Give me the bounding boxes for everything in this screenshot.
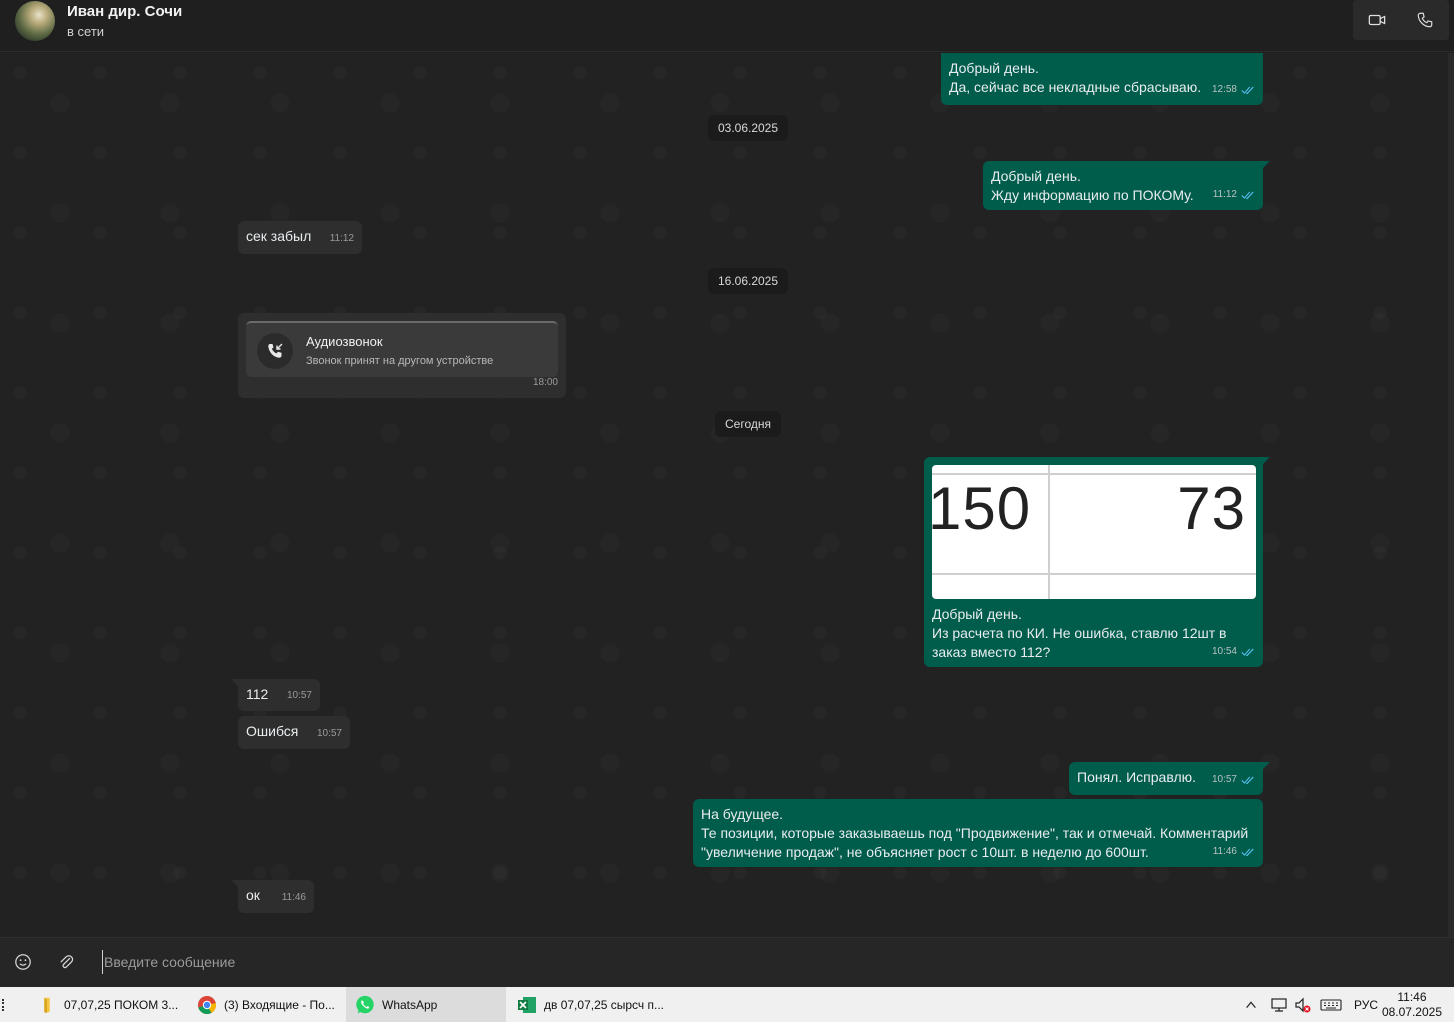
folder-icon <box>36 994 58 1016</box>
emoji-icon <box>15 954 31 970</box>
whatsapp-icon <box>354 994 376 1016</box>
message-meta: 11:12 <box>1213 185 1255 204</box>
taskbar-item-chrome[interactable]: (3) Входящие - По... <box>188 987 344 1022</box>
audio-call-card[interactable]: Аудиозвонок Звонок принят на другом устр… <box>246 321 558 377</box>
read-ticks-icon <box>1241 648 1254 656</box>
paperclip-icon <box>60 955 74 969</box>
call-buttons <box>1353 0 1449 40</box>
message-outgoing[interactable]: Добрый день. Жду информацию по ПОКОМу. 1… <box>983 161 1270 210</box>
message-time: 10:54 <box>1211 646 1237 657</box>
date-separator: 03.06.2025 <box>707 115 789 141</box>
image-cell-left: 150 <box>932 475 1032 542</box>
chrome-icon <box>196 994 218 1016</box>
message-outgoing[interactable]: Понял. Исправлю. 10:57 <box>1069 762 1270 795</box>
contact-name[interactable]: Иван дир. Сочи <box>67 3 182 20</box>
video-call-button[interactable] <box>1353 0 1401 40</box>
phone-icon <box>1417 12 1433 28</box>
message-incoming[interactable]: сек забыл 11:12 <box>238 221 362 254</box>
chat-scrollbar[interactable] <box>1448 53 1454 937</box>
message-outgoing[interactable]: Добрый день. Да, сейчас все некладные сб… <box>941 53 1263 105</box>
call-log-message[interactable]: Аудиозвонок Звонок принят на другом устр… <box>238 313 566 398</box>
windows-taskbar: 07,07,25 ПОКОМ 3... (3) Входящие - По...… <box>0 987 1454 1022</box>
message-text: Добрый день. Из расчета по КИ. Не ошибка… <box>932 606 1227 660</box>
system-clock[interactable]: 11:46 08.07.2025 <box>1382 990 1442 1020</box>
image-cell-right: 73 <box>1177 475 1246 542</box>
taskbar-item-whatsapp[interactable]: WhatsApp <box>346 987 506 1022</box>
message-outgoing-image[interactable]: 150 73 Добрый день. Из расчета по КИ. Не… <box>924 457 1270 667</box>
speaker-muted-icon[interactable] <box>1294 997 1312 1013</box>
message-time: 10:57 <box>286 690 312 701</box>
message-time: 12:58 <box>1211 84 1237 95</box>
taskbar-grip <box>2 999 5 1011</box>
message-time: 11:46 <box>1212 846 1237 857</box>
taskbar-item-excel[interactable]: дв 07,07,25 сырсч п... <box>508 987 668 1022</box>
message-incoming[interactable]: ок 11:46 <box>231 880 314 913</box>
voice-call-button[interactable] <box>1401 0 1449 40</box>
chevron-up-icon[interactable] <box>1244 998 1258 1012</box>
message-meta: 11:12 <box>330 229 354 248</box>
taskbar-item-label: (3) Входящие - По... <box>224 997 335 1012</box>
message-input[interactable] <box>102 950 1402 974</box>
read-ticks-icon <box>1241 848 1254 856</box>
message-text: Добрый день. Да, сейчас все некладные сб… <box>949 60 1202 95</box>
attach-button[interactable] <box>56 952 76 972</box>
message-meta: 12:58 <box>1212 80 1255 99</box>
system-tray: РУС <box>1244 987 1388 1022</box>
message-meta: 10:57 <box>1212 770 1255 789</box>
network-icon[interactable] <box>1270 997 1288 1013</box>
contact-status: в сети <box>67 24 105 39</box>
excel-icon <box>516 994 538 1016</box>
message-incoming[interactable]: Ошибся 10:57 <box>238 716 350 749</box>
message-time: 10:57 <box>1211 774 1237 785</box>
message-outgoing[interactable]: На будущее. Те позиции, которые заказыва… <box>693 799 1263 867</box>
clock-time: 11:46 <box>1397 990 1427 1004</box>
taskbar-item-folder[interactable]: 07,07,25 ПОКОМ 3... <box>28 987 186 1022</box>
emoji-button[interactable] <box>13 952 33 972</box>
message-meta: 11:46 <box>1213 842 1255 861</box>
call-title: Аудиозвонок <box>306 334 383 349</box>
keyboard-icon[interactable] <box>1320 997 1342 1013</box>
call-subtitle: Звонок принят на другом устройстве <box>306 355 494 367</box>
read-ticks-icon <box>1241 86 1254 94</box>
message-meta: 11:46 <box>282 888 306 907</box>
message-meta: 10:57 <box>317 724 342 743</box>
video-camera-icon <box>1368 14 1386 26</box>
taskbar-item-label: 07,07,25 ПОКОМ 3... <box>64 997 179 1012</box>
message-time: 10:57 <box>316 728 342 739</box>
message-composer <box>0 937 1454 987</box>
message-incoming[interactable]: 112 10:57 <box>231 679 320 711</box>
clock-date: 08.07.2025 <box>1381 1005 1442 1019</box>
date-separator: Сегодня <box>715 411 781 437</box>
message-time: 11:46 <box>281 892 306 903</box>
message-meta: 18:00 <box>533 373 558 392</box>
taskbar-item-label: WhatsApp <box>382 997 438 1012</box>
message-time: 11:12 <box>329 233 354 244</box>
message-text: На будущее. Те позиции, которые заказыва… <box>701 806 1249 860</box>
read-ticks-icon <box>1241 776 1254 784</box>
input-language[interactable]: РУС <box>1354 998 1378 1012</box>
incoming-call-icon <box>257 333 293 369</box>
message-time: 18:00 <box>532 377 558 388</box>
date-separator: 16.06.2025 <box>707 268 789 294</box>
image-attachment[interactable]: 150 73 <box>932 465 1256 599</box>
message-meta: 10:57 <box>287 686 312 705</box>
contact-avatar[interactable] <box>15 1 55 41</box>
message-meta: 10:54 <box>1212 642 1255 661</box>
read-ticks-icon <box>1241 191 1254 199</box>
message-time: 11:12 <box>1212 189 1237 200</box>
chat-header: Иван дир. Сочи в сети <box>0 0 1454 52</box>
taskbar-item-label: дв 07,07,25 сырсч п... <box>544 997 665 1012</box>
message-list[interactable]: Добрый день. Да, сейчас все некладные сб… <box>0 53 1454 937</box>
